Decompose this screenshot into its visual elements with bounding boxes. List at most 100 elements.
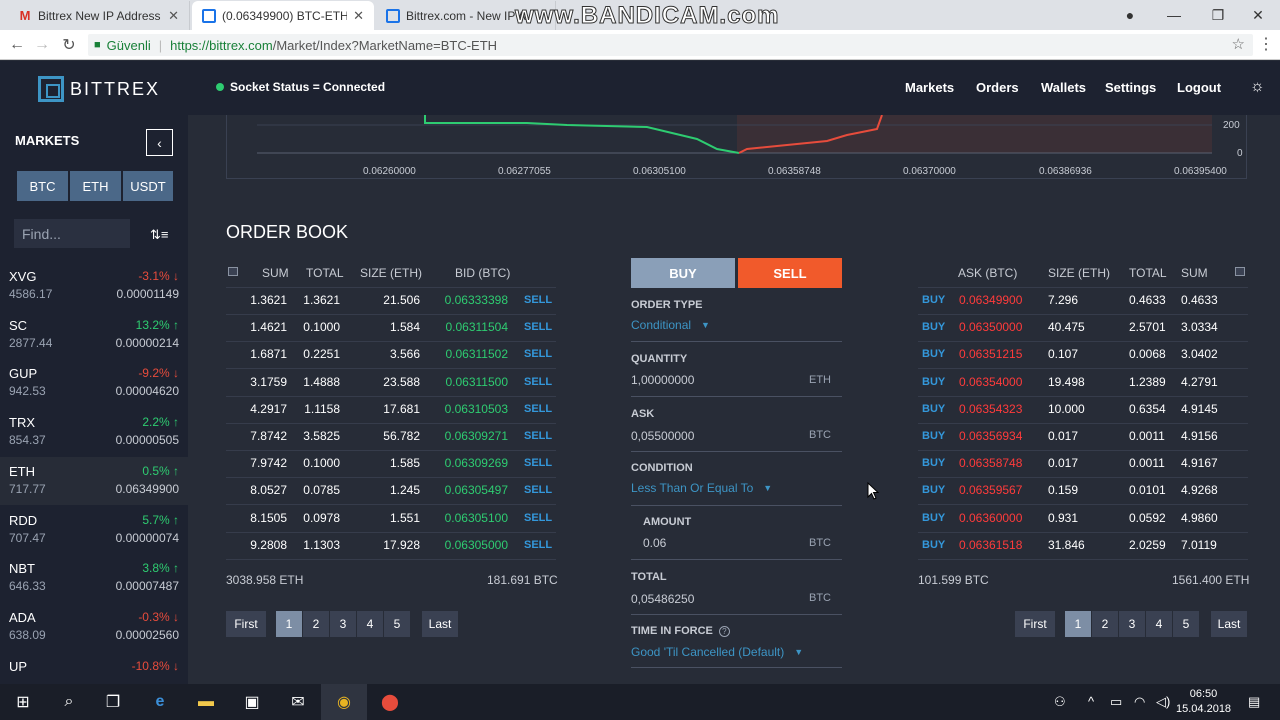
bid-row[interactable]: 3.1759 1.4888 23.588 0.06311500 SELL: [226, 375, 556, 397]
people-icon[interactable]: ⚇: [1054, 694, 1066, 710]
sell-action-button[interactable]: SELL: [524, 457, 552, 469]
sell-action-button[interactable]: SELL: [524, 403, 552, 415]
bid-row[interactable]: 1.6871 0.2251 3.566 0.06311502 SELL: [226, 347, 556, 370]
buy-action-button[interactable]: BUY: [922, 376, 945, 388]
volume-icon[interactable]: ◁): [1156, 694, 1170, 710]
buy-action-button[interactable]: BUY: [922, 539, 945, 551]
page-button-1[interactable]: 1: [276, 611, 302, 637]
minimize-icon[interactable]: —: [1152, 0, 1196, 30]
page-button-4[interactable]: 4: [357, 611, 383, 637]
ask-row[interactable]: BUY 0.06354323 10.000 0.6354 4.9145: [918, 402, 1248, 424]
page-button-2[interactable]: 2: [303, 611, 329, 637]
task-view-icon[interactable]: ❐: [90, 684, 136, 720]
ask-row[interactable]: BUY 0.06354000 19.498 1.2389 4.2791: [918, 375, 1248, 397]
page-button-5[interactable]: 5: [1173, 611, 1199, 637]
bid-header-size[interactable]: SIZE (ETH): [360, 266, 422, 280]
network-icon[interactable]: ◠: [1134, 694, 1145, 710]
ask-header-total[interactable]: TOTAL: [1129, 266, 1167, 280]
sell-action-button[interactable]: SELL: [524, 512, 552, 524]
ask-row[interactable]: BUY 0.06351215 0.107 0.0068 3.0402: [918, 347, 1248, 370]
battery-icon[interactable]: ▭: [1110, 694, 1122, 710]
close-tab-icon[interactable]: ✕: [168, 8, 179, 24]
buy-action-button[interactable]: BUY: [922, 457, 945, 469]
bid-row[interactable]: 7.8742 3.5825 56.782 0.06309271 SELL: [226, 429, 556, 451]
condition-select[interactable]: Less Than Or Equal To ▼: [631, 481, 772, 495]
nav-markets[interactable]: Markets: [905, 80, 954, 95]
buy-action-button[interactable]: BUY: [922, 321, 945, 333]
market-row[interactable]: XVG 4586.17 -3.1% ↓ 0.00001149: [0, 262, 188, 310]
mail-icon[interactable]: ✉: [275, 684, 321, 720]
help-icon[interactable]: ?: [718, 625, 730, 637]
buy-action-button[interactable]: BUY: [922, 294, 945, 306]
edge-browser-icon[interactable]: e: [137, 684, 183, 720]
notifications-icon[interactable]: ▤: [1248, 694, 1260, 710]
currency-tab-usdt[interactable]: USDT: [123, 171, 173, 201]
time-in-force-select[interactable]: Good 'Til Cancelled (Default) ▼: [631, 645, 803, 659]
system-clock[interactable]: 06:50 15.04.2018: [1176, 687, 1231, 717]
page-button-3[interactable]: 3: [330, 611, 356, 637]
bid-row[interactable]: 8.0527 0.0785 1.245 0.06305497 SELL: [226, 483, 556, 506]
market-search-input[interactable]: Find...: [14, 219, 130, 248]
nav-orders[interactable]: Orders: [976, 80, 1019, 95]
restore-icon[interactable]: ❐: [1196, 0, 1240, 30]
ask-header-size[interactable]: SIZE (ETH): [1048, 266, 1110, 280]
ask-header-sum[interactable]: SUM: [1181, 266, 1208, 280]
market-row[interactable]: RDD 707.47 5.7% ↑ 0.00000074: [0, 506, 188, 554]
sell-action-button[interactable]: SELL: [524, 430, 552, 442]
ask-row[interactable]: BUY 0.06359567 0.159 0.0101 4.9268: [918, 483, 1248, 506]
buy-action-button[interactable]: BUY: [922, 430, 945, 442]
ask-row[interactable]: BUY 0.06350000 40.475 2.5701 3.0334: [918, 320, 1248, 343]
ask-row[interactable]: BUY 0.06358748 0.017 0.0011 4.9167: [918, 456, 1248, 479]
sell-action-button[interactable]: SELL: [524, 376, 552, 388]
bittrex-logo[interactable]: BITTREX: [38, 76, 160, 102]
collapse-sidebar-icon[interactable]: ‹: [146, 129, 173, 156]
bookmark-star-icon[interactable]: ☆: [1232, 35, 1245, 53]
page-button-3[interactable]: 3: [1119, 611, 1145, 637]
browser-tab[interactable]: M Bittrex New IP Address V ✕: [8, 1, 190, 30]
bid-header-sum[interactable]: SUM: [262, 266, 289, 280]
bid-row[interactable]: 7.9742 0.1000 1.585 0.06309269 SELL: [226, 456, 556, 479]
close-window-icon[interactable]: ✕: [1236, 0, 1280, 30]
page-button-4[interactable]: 4: [1146, 611, 1172, 637]
browser-menu-icon[interactable]: ⋮: [1258, 34, 1274, 54]
bid-row[interactable]: 9.2808 1.1303 17.928 0.06305000 SELL: [226, 538, 556, 560]
file-explorer-icon[interactable]: ▬: [183, 684, 229, 720]
chrome-icon[interactable]: ◉: [321, 684, 367, 720]
sell-action-button[interactable]: SELL: [524, 484, 552, 496]
buy-action-button[interactable]: BUY: [922, 403, 945, 415]
bid-row[interactable]: 4.2917 1.1158 17.681 0.06310503 SELL: [226, 402, 556, 424]
windows-start-icon[interactable]: ⊞: [0, 684, 46, 720]
sell-action-button[interactable]: SELL: [524, 294, 552, 306]
market-row[interactable]: ETH 717.77 0.5% ↑ 0.06349900: [0, 456, 188, 505]
bid-row[interactable]: 1.4621 0.1000 1.584 0.06311504 SELL: [226, 320, 556, 343]
sell-action-button[interactable]: SELL: [524, 539, 552, 551]
page-button-first[interactable]: First: [1015, 611, 1055, 637]
bid-row[interactable]: 1.3621 1.3621 21.506 0.06333398 SELL: [226, 293, 556, 315]
bid-header-total[interactable]: TOTAL: [306, 266, 344, 280]
search-icon[interactable]: ⌕: [46, 684, 92, 720]
buy-action-button[interactable]: BUY: [922, 348, 945, 360]
reload-icon[interactable]: ↻: [57, 34, 81, 56]
order-type-select[interactable]: Conditional ▼: [631, 318, 710, 332]
bid-header-bid[interactable]: BID (BTC): [455, 266, 510, 280]
buy-tab-button[interactable]: BUY: [631, 258, 735, 288]
ask-row[interactable]: BUY 0.06356934 0.017 0.0011 4.9156: [918, 429, 1248, 451]
show-hidden-icons-chevron-icon[interactable]: ^: [1088, 694, 1094, 709]
page-button-first[interactable]: First: [226, 611, 266, 637]
nav-settings[interactable]: Settings: [1105, 80, 1156, 95]
bid-table-menu-icon[interactable]: [228, 267, 238, 276]
market-row[interactable]: NBT 646.33 3.8% ↑ 0.00007487: [0, 554, 188, 602]
currency-tab-eth[interactable]: ETH: [70, 171, 121, 201]
bid-row[interactable]: 8.1505 0.0978 1.551 0.06305100 SELL: [226, 511, 556, 533]
page-button-5[interactable]: 5: [384, 611, 410, 637]
buy-action-button[interactable]: BUY: [922, 484, 945, 496]
page-button-last[interactable]: Last: [1211, 611, 1247, 637]
forward-arrow-icon[interactable]: →: [30, 34, 54, 56]
ask-row[interactable]: BUY 0.06349900 7.296 0.4633 0.4633: [918, 293, 1248, 315]
nav-logout[interactable]: Logout: [1177, 80, 1221, 95]
sort-icon[interactable]: ⇅≡: [150, 227, 168, 243]
close-tab-icon[interactable]: ✕: [353, 8, 364, 24]
market-row[interactable]: GUP 942.53 -9.2% ↓ 0.00004620: [0, 359, 188, 407]
theme-toggle-icon[interactable]: ☼: [1250, 78, 1265, 96]
bandicam-icon[interactable]: ⬤: [367, 684, 413, 720]
